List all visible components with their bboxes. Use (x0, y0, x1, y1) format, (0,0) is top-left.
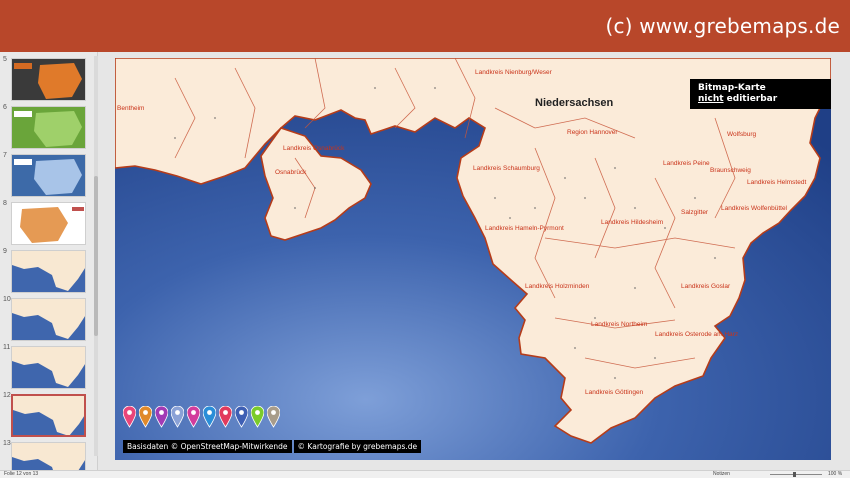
map-label: Landkreis Helmstedt (747, 179, 806, 186)
map-label: Wolfsburg (727, 131, 757, 138)
zoom-level[interactable]: 100 % (828, 471, 842, 478)
slide-thumbnail-image[interactable] (11, 154, 86, 197)
map-pin-row (122, 405, 281, 430)
credits-bar: Basisdaten © OpenStreetMap-Mitwirkende ©… (123, 440, 422, 453)
current-slide[interactable]: Niedersachsen Landkreis Nienburg/Weser L… (115, 58, 831, 460)
slide-thumbnail-image[interactable] (11, 442, 86, 470)
slide-number: 12 (3, 392, 11, 399)
map-label: Landkreis Osnabrück (283, 145, 345, 152)
slide-thumbnail[interactable]: 12 (0, 392, 94, 440)
zoom-slider[interactable] (770, 474, 822, 475)
slide-counter: Folie 12 von 13 (4, 471, 39, 477)
credit-osm: Basisdaten © OpenStreetMap-Mitwirkende (123, 440, 292, 453)
map-pin-icon (202, 405, 217, 430)
slide-number: 11 (3, 344, 11, 351)
notes-button[interactable]: Notizen (713, 471, 730, 478)
top-banner: (c) www.grebemaps.de (0, 0, 850, 52)
slide-thumbnail[interactable]: 10 (0, 296, 94, 344)
badge-line-1: Bitmap-Karte (698, 83, 766, 93)
map-label: Salzgitter (681, 209, 709, 216)
bitmap-notice-badge: Bitmap-Karte nicht editierbar (690, 79, 831, 109)
slide-thumbnail-image[interactable] (11, 394, 86, 437)
slide-thumbnail[interactable]: 6 (0, 104, 94, 152)
map-label: Landkreis Peine (663, 160, 710, 167)
slide-number: 7 (3, 152, 7, 159)
slide-number: 8 (3, 200, 7, 207)
slide-thumbnail-image[interactable] (11, 346, 86, 389)
credit-grebemaps: © Kartografie by grebemaps.de (293, 440, 422, 453)
slide-canvas: Niedersachsen Landkreis Nienburg/Weser L… (98, 52, 850, 470)
slide-number: 6 (3, 104, 7, 111)
map-pin-icon (170, 405, 185, 430)
map-pin-icon (218, 405, 233, 430)
map-pin-icon (122, 405, 137, 430)
slide-number: 13 (3, 440, 11, 447)
slide-thumbnail[interactable]: 11 (0, 344, 94, 392)
zoom-slider-knob[interactable] (793, 472, 796, 477)
map-label: Landkreis Goslar (681, 283, 731, 290)
map-label: Landkreis Osterode am Harz (655, 331, 738, 338)
map-label: Region Hannover (567, 129, 618, 136)
badge-rest: editierbar (723, 94, 778, 104)
map-title-region: Niedersachsen (535, 97, 614, 109)
map-label: Landkreis Göttingen (585, 389, 644, 396)
slide-thumbnail-pane[interactable]: 5 6 7 8 9 10 11 12 13 (0, 52, 98, 470)
badge-underlined: nicht (698, 94, 724, 104)
brand-text: (c) www.grebemaps.de (605, 14, 840, 38)
map-pin-icon (154, 405, 169, 430)
map-pin-icon (186, 405, 201, 430)
slide-thumbnail[interactable]: 7 (0, 152, 94, 200)
slide-thumbnail-image[interactable] (11, 106, 86, 149)
map-label: Landkreis Northeim (591, 321, 647, 328)
map-label: Bentheim (117, 105, 144, 112)
map-label: Landkreis Hildesheim (601, 219, 663, 226)
slide-thumbnail-image[interactable] (11, 202, 86, 245)
map-image: Niedersachsen Landkreis Nienburg/Weser L… (115, 58, 831, 460)
map-label: Braunschweig (710, 167, 751, 174)
map-label: Landkreis Schaumburg (473, 165, 540, 172)
map-pin-icon (266, 405, 281, 430)
map-pin-icon (250, 405, 265, 430)
slide-thumbnail[interactable]: 5 (0, 56, 94, 104)
map-label: Osnabrück (275, 169, 307, 176)
map-label: Landkreis Hameln-Pyrmont (485, 225, 564, 232)
map-pin-icon (234, 405, 249, 430)
slide-thumbnail[interactable]: 13 (0, 440, 94, 470)
badge-line-2: nicht editierbar (698, 94, 823, 105)
slide-thumbnail-image[interactable] (11, 58, 86, 101)
status-bar: Folie 12 von 13 Notizen 100 % (0, 470, 850, 478)
slide-number: 9 (3, 248, 7, 255)
slide-number: 10 (3, 296, 11, 303)
slide-number: 5 (3, 56, 7, 63)
map-label: Landkreis Wolfenbüttel (721, 205, 788, 212)
map-label: Landkreis Nienburg/Weser (475, 69, 553, 76)
slide-thumbnail[interactable]: 8 (0, 200, 94, 248)
slide-thumbnail-image[interactable] (11, 298, 86, 341)
slide-thumbnail-image[interactable] (11, 250, 86, 293)
map-pin-icon (138, 405, 153, 430)
map-label: Landkreis Holzminden (525, 283, 590, 290)
slide-thumbnail[interactable]: 9 (0, 248, 94, 296)
